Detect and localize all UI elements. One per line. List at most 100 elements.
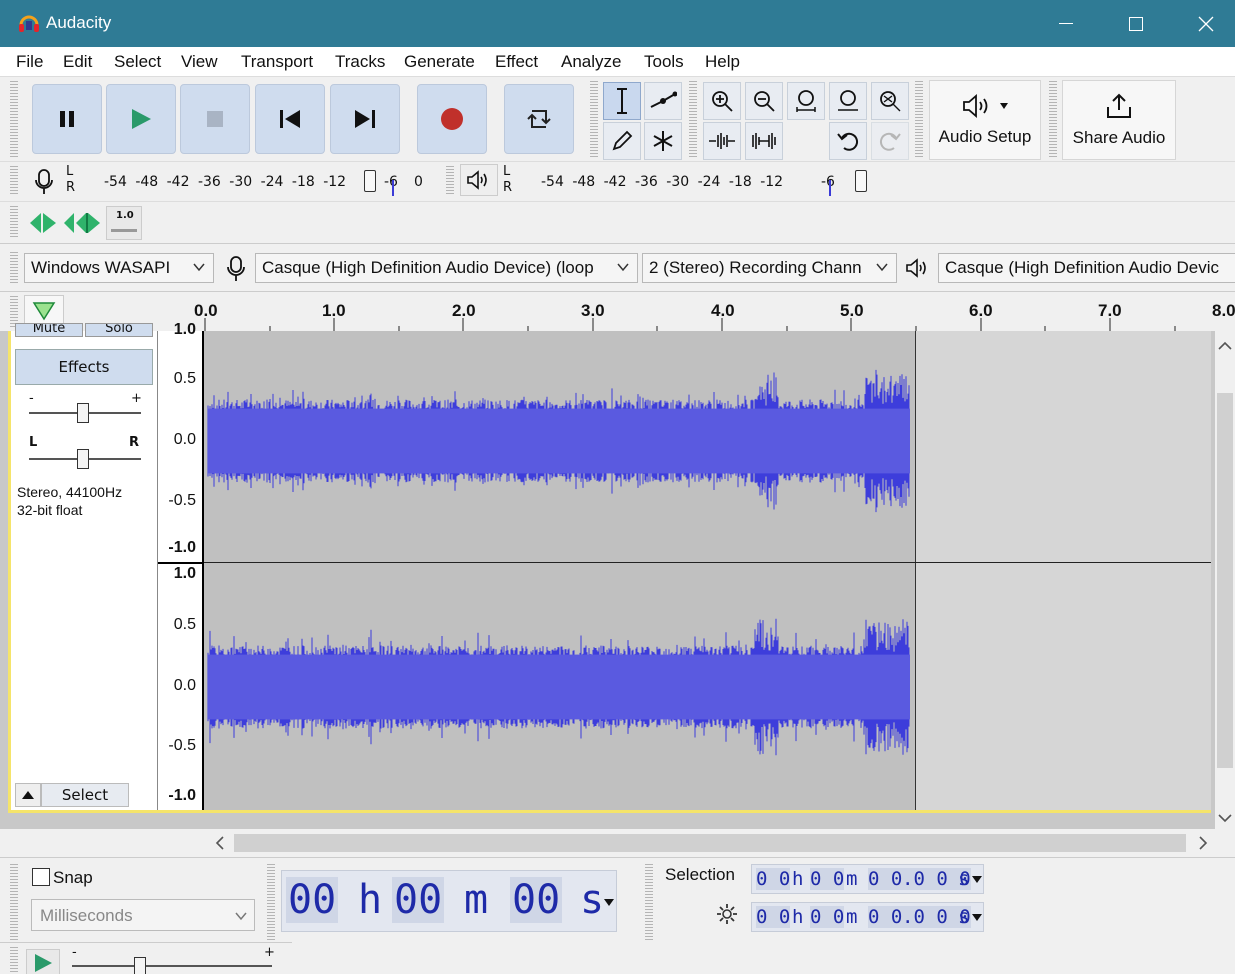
play-button[interactable] bbox=[106, 84, 176, 154]
loop-button[interactable] bbox=[504, 84, 574, 154]
toolbar-grip[interactable] bbox=[10, 864, 18, 940]
fit-selection-button[interactable] bbox=[787, 82, 825, 120]
toolbar-grip[interactable] bbox=[10, 166, 18, 196]
record-peak-marker bbox=[392, 180, 394, 196]
zoom-toggle-button[interactable] bbox=[871, 82, 909, 120]
playback-meter-button[interactable] bbox=[460, 164, 498, 196]
effects-button[interactable]: Effects bbox=[15, 349, 153, 385]
envelope-tool-button[interactable] bbox=[644, 82, 682, 120]
gain-slider[interactable] bbox=[77, 403, 89, 423]
horizontal-scroll-thumb[interactable] bbox=[234, 834, 1186, 852]
skip-to-end-button[interactable] bbox=[330, 84, 400, 154]
bottom-toolbar: Snap Milliseconds 00 h 00 m 00 s Selecti… bbox=[0, 857, 1235, 974]
menu-analyze[interactable]: Analyze bbox=[561, 52, 621, 72]
time-display[interactable]: 00 h 00 m 00 s bbox=[281, 870, 617, 932]
mute-button[interactable]: Mute bbox=[15, 323, 83, 337]
toolbar-grip[interactable] bbox=[645, 864, 653, 940]
selection-end-seconds: 0 0 bbox=[868, 906, 903, 928]
pan-slider[interactable] bbox=[77, 449, 89, 469]
close-button[interactable] bbox=[1171, 0, 1235, 47]
menu-file[interactable]: File bbox=[16, 52, 43, 72]
toolbar-grip[interactable] bbox=[10, 81, 18, 159]
playback-device-value: Casque (High Definition Audio Devic bbox=[945, 258, 1220, 277]
snap-unit-select[interactable]: Milliseconds bbox=[31, 899, 255, 931]
selection-tool-button[interactable] bbox=[603, 82, 641, 120]
speed-slider[interactable] bbox=[134, 957, 146, 974]
stop-button[interactable] bbox=[180, 84, 250, 154]
solo-button[interactable]: Solo bbox=[85, 323, 153, 337]
menu-view[interactable]: View bbox=[181, 52, 218, 72]
record-level-slider[interactable] bbox=[364, 170, 376, 192]
selection-end-time[interactable]: 0 0 h 0 0 m 0 0 .0 0 0 s bbox=[751, 902, 984, 932]
menu-select[interactable]: Select bbox=[114, 52, 161, 72]
selection-start-time[interactable]: 0 0 h 0 0 m 0 0 .0 0 0 s bbox=[751, 864, 984, 894]
time-m-unit: m bbox=[464, 877, 489, 923]
share-audio-button[interactable]: Share Audio bbox=[1062, 80, 1176, 160]
menu-tools[interactable]: Tools bbox=[644, 52, 684, 72]
silence-audio-button[interactable] bbox=[745, 122, 783, 160]
toolbar-grip[interactable] bbox=[915, 81, 923, 159]
menu-help[interactable]: Help bbox=[705, 52, 740, 72]
scroll-up-icon[interactable] bbox=[1218, 341, 1232, 351]
scroll-right-icon[interactable] bbox=[1198, 836, 1208, 850]
toolbar-grip[interactable] bbox=[1049, 81, 1057, 159]
toolbar-grip[interactable] bbox=[10, 252, 18, 284]
scroll-down-icon[interactable] bbox=[1218, 813, 1232, 823]
multi-tool-button[interactable] bbox=[644, 122, 682, 160]
skip-to-start-button[interactable] bbox=[255, 84, 325, 154]
menu-edit[interactable]: Edit bbox=[63, 52, 92, 72]
recording-device-select[interactable]: Casque (High Definition Audio Device) (l… bbox=[255, 253, 638, 283]
playback-device-select[interactable]: Casque (High Definition Audio Devic bbox=[938, 253, 1235, 283]
undo-button[interactable] bbox=[829, 122, 867, 160]
vertical-scrollbar[interactable] bbox=[1215, 331, 1235, 829]
playback-speed-button[interactable]: 1.0 bbox=[106, 206, 142, 240]
playback-meter[interactable]: -54 -48 -42 -36 -30 -24 -18 -12 -6 bbox=[515, 166, 875, 196]
dropdown-arrow-icon[interactable] bbox=[972, 914, 982, 922]
play-at-speed-icon[interactable] bbox=[28, 210, 58, 236]
record-button[interactable] bbox=[417, 84, 487, 154]
toolbar-grip[interactable] bbox=[10, 947, 18, 973]
playback-level-slider[interactable] bbox=[855, 170, 867, 192]
dropdown-arrow-icon bbox=[1000, 103, 1008, 109]
select-track-button[interactable]: Select bbox=[41, 783, 129, 807]
vertical-scale[interactable]: 1.0 0.5 0.0 -0.5 -1.0 1.0 0.5 0.0 -0.5 -… bbox=[158, 321, 204, 810]
selection-end-m-unit: m bbox=[846, 906, 858, 928]
play-at-speed-button[interactable] bbox=[26, 949, 60, 974]
select-track-label: Select bbox=[61, 786, 109, 804]
microphone-icon[interactable] bbox=[33, 168, 55, 196]
selection-start-minutes: 0 0 bbox=[810, 868, 845, 890]
scroll-left-icon[interactable] bbox=[215, 836, 225, 850]
menu-tracks[interactable]: Tracks bbox=[335, 52, 385, 72]
toolbar-grip[interactable] bbox=[10, 206, 18, 238]
draw-tool-button[interactable] bbox=[603, 122, 641, 160]
horizontal-scrollbar[interactable] bbox=[0, 829, 1235, 857]
menu-generate[interactable]: Generate bbox=[404, 52, 475, 72]
toolbar-grip[interactable] bbox=[590, 81, 598, 159]
redo-button[interactable] bbox=[871, 122, 909, 160]
zoom-in-button[interactable] bbox=[703, 82, 741, 120]
vertical-scroll-thumb[interactable] bbox=[1217, 393, 1233, 768]
toolbar-grip[interactable] bbox=[689, 81, 697, 159]
toolbar-grip[interactable] bbox=[446, 166, 454, 196]
menu-transport[interactable]: Transport bbox=[241, 52, 313, 72]
dropdown-arrow-icon[interactable] bbox=[972, 876, 982, 884]
gear-icon[interactable] bbox=[715, 902, 739, 926]
snap-checkbox[interactable] bbox=[32, 868, 50, 886]
maximize-button[interactable] bbox=[1101, 0, 1171, 47]
record-meter[interactable]: -54 -48 -42 -36 -30 -24 -18 -12 -6 0 bbox=[78, 166, 428, 196]
play-at-speed-cut-preview-icon[interactable] bbox=[62, 210, 102, 236]
dropdown-arrow-icon[interactable] bbox=[604, 899, 614, 907]
recording-channels-select[interactable]: 2 (Stereo) Recording Chann bbox=[642, 253, 897, 283]
collapse-track-button[interactable] bbox=[15, 783, 41, 807]
pause-button[interactable] bbox=[32, 84, 102, 154]
fit-project-button[interactable] bbox=[829, 82, 867, 120]
scale-label: 0.5 bbox=[173, 616, 196, 633]
waveform-area[interactable] bbox=[204, 331, 1211, 810]
minimize-button[interactable] bbox=[1031, 0, 1101, 47]
zoom-out-button[interactable] bbox=[745, 82, 783, 120]
audio-setup-button[interactable]: Audio Setup bbox=[929, 80, 1041, 160]
menu-effect[interactable]: Effect bbox=[495, 52, 538, 72]
audio-host-select[interactable]: Windows WASAPI bbox=[24, 253, 214, 283]
toolbar-grip[interactable] bbox=[267, 864, 275, 940]
trim-audio-button[interactable] bbox=[703, 122, 741, 160]
